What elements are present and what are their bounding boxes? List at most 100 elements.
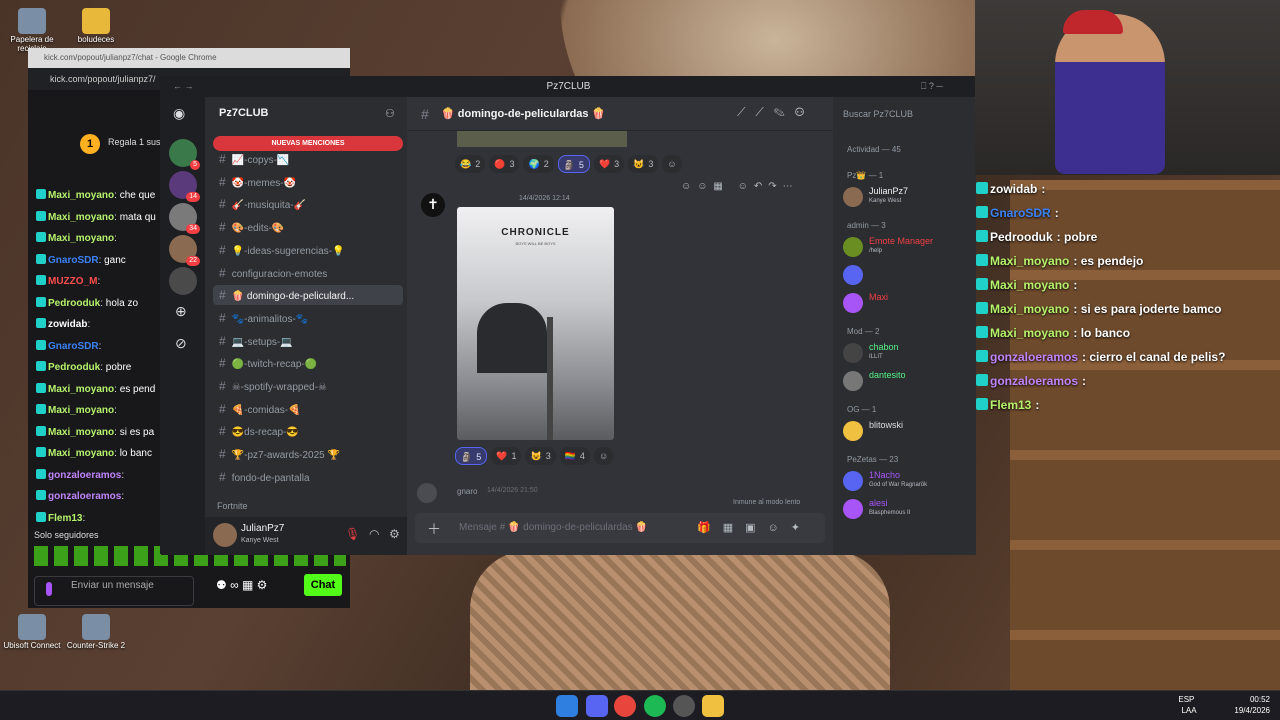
reaction-chip[interactable]: 🗿 5: [455, 447, 488, 465]
chat-send-button[interactable]: Chat: [304, 574, 342, 596]
discord-icon[interactable]: [586, 695, 608, 717]
add-member-icon[interactable]: ⚇: [385, 107, 395, 120]
server-name[interactable]: Pz7CLUB: [219, 107, 269, 119]
channel-item[interactable]: # 🍿 domingo-de-peliculard...: [213, 285, 403, 306]
category-fortnite[interactable]: Fortnite: [217, 501, 248, 511]
system-tray[interactable]: ESP 00:52 LAA 19/4/2026: [1178, 694, 1270, 716]
reaction-chip[interactable]: 🌍 2: [523, 155, 554, 173]
chat-username[interactable]: Maxi_moyano: [48, 233, 114, 244]
member-item[interactable]: Maxi: [843, 291, 973, 315]
channel-item[interactable]: # 🍕-comidas-🍕: [213, 399, 403, 419]
channel-item[interactable]: # 😎ds-recap-😎: [213, 421, 403, 441]
reaction-chip[interactable]: 😂 2: [455, 155, 486, 173]
movie-poster-image[interactable]: CHRONICLE BOYS WILL BE BOYS: [457, 207, 614, 440]
add-reaction-icon[interactable]: ☺: [593, 447, 614, 465]
settings-gear-icon[interactable]: ⚙: [389, 527, 400, 541]
chat-username[interactable]: Maxi_moyano: [48, 212, 114, 223]
spotify-icon[interactable]: [644, 695, 666, 717]
start-icon[interactable]: [556, 695, 578, 717]
file-explorer-icon[interactable]: [702, 695, 724, 717]
header-toolbar-icons[interactable]: ⟋⟋✎⚇: [737, 105, 814, 120]
server-icon[interactable]: 34: [169, 203, 200, 234]
reaction-chip[interactable]: 🔴 3: [489, 155, 520, 173]
obs-icon[interactable]: [673, 695, 695, 717]
chat-username[interactable]: gonzaloeramos: [48, 470, 121, 481]
chat-username[interactable]: Maxi_moyano: [48, 448, 114, 459]
chat-username[interactable]: Maxi_moyano: [48, 427, 114, 438]
mute-icon[interactable]: 🎙: [345, 527, 360, 541]
next-message-avatar[interactable]: [417, 483, 437, 503]
channel-item[interactable]: # 🟢-twitch-recap-🟢: [213, 353, 403, 373]
emote-icons[interactable]: ⚉ ∞ ▦ ⚙: [216, 578, 267, 592]
member-item[interactable]: Emote Manager/help: [843, 235, 973, 259]
channel-item[interactable]: # fondo-de-pantalla: [213, 467, 403, 487]
message-author-avatar[interactable]: ✝: [421, 193, 445, 217]
add-attachment-icon[interactable]: ＋: [427, 519, 441, 539]
member-item[interactable]: alesi Blasphemous II: [843, 497, 973, 521]
desktop-icon[interactable]: Counter-Strike 2: [66, 614, 126, 651]
channel-item[interactable]: # 🐾-animalitos-🐾: [213, 308, 403, 328]
channel-item[interactable]: # 🏆-pz7-awards-2025 🏆: [213, 444, 403, 464]
chat-username[interactable]: zowidab: [48, 319, 87, 330]
channel-item[interactable]: # 🎸-musiquita-🎸: [213, 194, 403, 214]
channel-item[interactable]: # 💻-setups-💻: [213, 331, 403, 351]
input-tools-icons[interactable]: 🎁▦▣☺✦: [697, 521, 812, 534]
message-hover-actions[interactable]: ☺☺▦ ☺↶↷⋯: [681, 181, 799, 192]
channel-item[interactable]: # 📈-copys-📉: [213, 149, 403, 169]
desktop-icon[interactable]: Papelera de reciclaje: [2, 8, 62, 54]
server-icon[interactable]: 14: [169, 171, 200, 202]
reaction-chip[interactable]: 🗿 5: [557, 155, 590, 173]
back-arrow-icon[interactable]: ← →: [173, 81, 194, 91]
member-status: /help: [869, 248, 883, 254]
kick-message-input[interactable]: Enviar un mensaje: [34, 576, 194, 606]
reaction-chip[interactable]: ❤️ 1: [491, 447, 522, 465]
channel-item[interactable]: # 🤡-memes-🤡: [213, 172, 403, 192]
channel-item[interactable]: # 🎨-edits-🎨: [213, 217, 403, 237]
reaction-chip[interactable]: 😺 3: [628, 155, 659, 173]
chat-username: gonzaloeramos: [990, 350, 1079, 364]
chat-username[interactable]: Pedrooduk: [48, 298, 100, 309]
chat-username[interactable]: Flem13: [48, 513, 82, 524]
desktop-icon[interactable]: boludeces: [66, 8, 126, 45]
server-icon[interactable]: [169, 267, 197, 295]
discord-home-icon[interactable]: ◉: [173, 105, 185, 122]
channel-item[interactable]: # configuracion-emotes: [213, 263, 403, 283]
server-icon[interactable]: 5: [169, 139, 200, 170]
reaction-count: 3: [509, 159, 515, 169]
channel-item[interactable]: # ☠-spotify-wrapped-☠: [213, 376, 403, 396]
server-icon[interactable]: 22: [169, 235, 200, 266]
member-item[interactable]: JulianPz7 Kanye West: [843, 185, 973, 209]
desktop-icon[interactable]: Ubisoft Connect: [2, 614, 62, 651]
previous-attachment[interactable]: [457, 131, 627, 147]
mic-icon[interactable]: [46, 582, 52, 596]
reaction-chip[interactable]: 😺 3: [525, 447, 556, 465]
add-reaction-icon[interactable]: ☺: [662, 155, 682, 173]
chat-text: hola zo: [105, 297, 139, 309]
window-controls[interactable]: ⎕ ? ─: [921, 81, 943, 92]
discover-icon[interactable]: ⊘: [175, 335, 187, 352]
chat-username[interactable]: Maxi_moyano: [48, 405, 114, 416]
chat-username[interactable]: GnaroSDR: [48, 255, 99, 266]
member-item[interactable]: blitowski: [843, 419, 973, 443]
headset-icon[interactable]: ◠: [369, 527, 379, 541]
chat-username[interactable]: Pedrooduk: [48, 362, 100, 373]
add-server-icon[interactable]: ⊕: [175, 303, 187, 320]
member-item[interactable]: dantesito: [843, 369, 973, 393]
avatar[interactable]: [213, 523, 237, 547]
red-cap: [1063, 10, 1123, 34]
reaction-chip[interactable]: ❤️ 3: [593, 155, 625, 173]
chat-username[interactable]: Maxi_moyano: [48, 384, 114, 395]
member-item[interactable]: chabon ILLIT: [843, 341, 973, 365]
chat-username[interactable]: gonzaloeramos: [48, 491, 121, 502]
reaction-chip[interactable]: 🏳️‍🌈 4: [559, 447, 590, 465]
search-input[interactable]: Buscar Pz7CLUB: [837, 103, 972, 125]
chrome-icon[interactable]: [614, 695, 636, 717]
reaction-emoji: 🗿: [461, 452, 473, 462]
chat-username[interactable]: GnaroSDR: [48, 341, 99, 352]
chat-username: Maxi_moyano: [990, 326, 1070, 340]
chat-username[interactable]: Maxi_moyano: [48, 190, 114, 201]
channel-item[interactable]: # 💡-ideas-sugerencias-💡: [213, 240, 403, 260]
member-item[interactable]: [843, 263, 973, 287]
chat-username[interactable]: MUZZO_M: [48, 276, 97, 287]
member-item[interactable]: 1Nacho God of War Ragnarök: [843, 469, 973, 493]
